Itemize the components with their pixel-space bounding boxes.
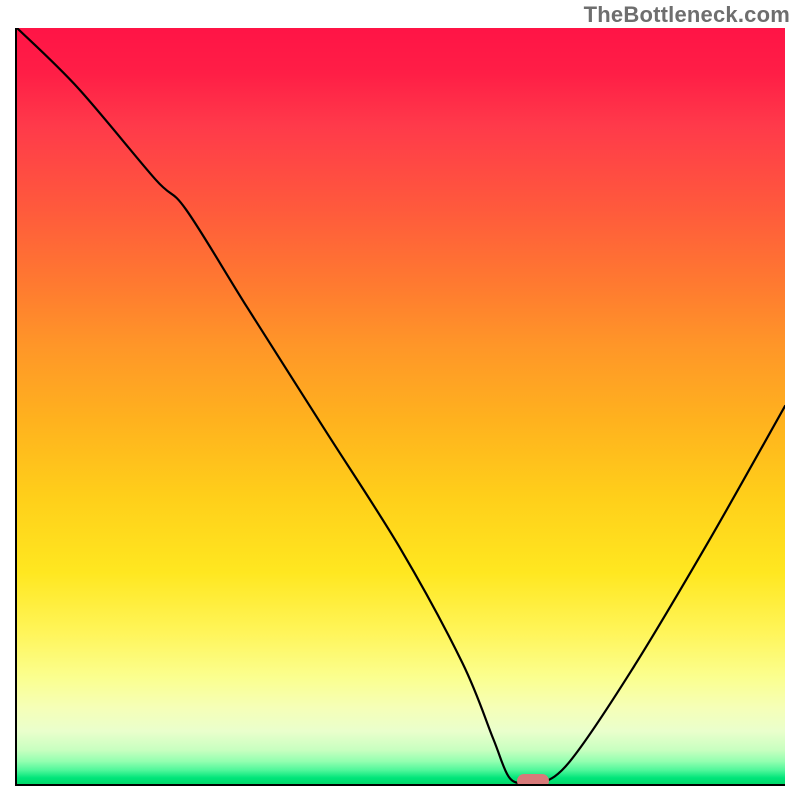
- chart-stage: TheBottleneck.com: [0, 0, 800, 800]
- plot-area: [15, 28, 785, 786]
- curve-path: [17, 28, 785, 784]
- curve-svg: [17, 28, 785, 784]
- optimal-marker: [517, 774, 549, 786]
- watermark-text: TheBottleneck.com: [584, 2, 790, 28]
